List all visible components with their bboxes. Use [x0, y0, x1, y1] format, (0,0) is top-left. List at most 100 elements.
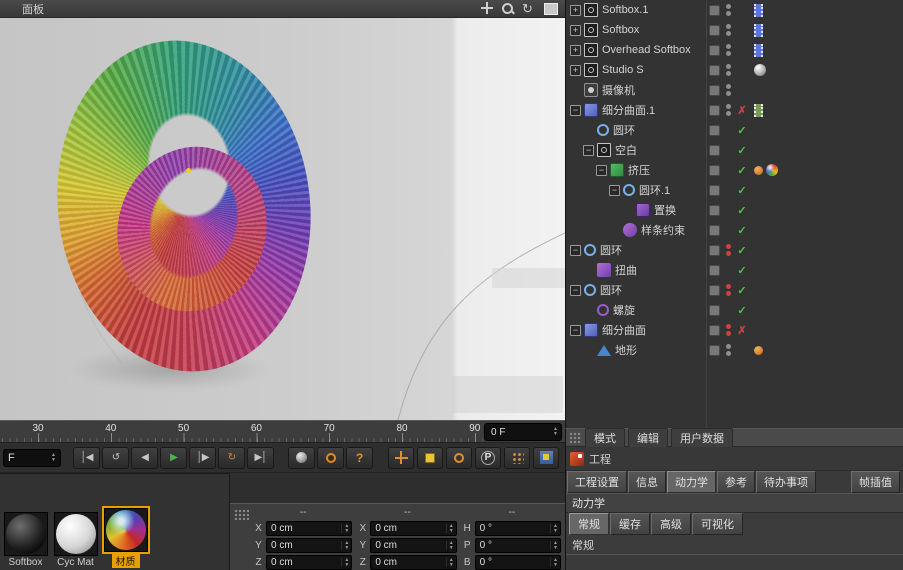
- film-blue-tag[interactable]: [754, 43, 763, 57]
- timeline-tick[interactable]: 40: [105, 423, 116, 434]
- visibility-dot-top[interactable]: [725, 324, 731, 329]
- object-label[interactable]: 空白: [615, 142, 637, 158]
- enable-toggle[interactable]: ✓: [736, 284, 748, 297]
- visibility-dot-top[interactable]: [725, 64, 731, 69]
- visibility-dots[interactable]: [723, 282, 733, 298]
- visibility-dot-bottom[interactable]: [725, 351, 731, 356]
- scale-tool-button[interactable]: [417, 446, 443, 469]
- visibility-dot-bottom[interactable]: [725, 251, 731, 256]
- menu-panel[interactable]: 面板: [22, 1, 44, 17]
- tree-row[interactable]: 样条约束 ✓: [566, 220, 903, 240]
- project-row[interactable]: 工程: [566, 447, 903, 471]
- tree-row[interactable]: 摄像机: [566, 80, 903, 100]
- object-label[interactable]: 置换: [654, 202, 676, 218]
- visibility-dots[interactable]: [723, 242, 733, 258]
- coord-input[interactable]: 0 cm ▲ ▼: [266, 555, 353, 570]
- material-item[interactable]: 材质: [101, 506, 150, 568]
- material-thumbnail[interactable]: [3, 512, 48, 556]
- visibility-dots[interactable]: [723, 342, 733, 358]
- object-label[interactable]: 细分曲面.1: [602, 102, 655, 118]
- play-button[interactable]: ▶: [160, 446, 187, 469]
- object-label[interactable]: Softbox.1: [602, 4, 648, 16]
- tree-expander[interactable]: −: [570, 104, 581, 116]
- frame-counter-field[interactable]: 0 F ▲ ▼: [484, 423, 562, 441]
- enable-toggle[interactable]: ✓: [736, 244, 748, 257]
- frame-spinner[interactable]: ▲ ▼: [553, 427, 558, 437]
- play-backward-button[interactable]: ↺: [102, 446, 129, 469]
- film-blue-tag[interactable]: [754, 3, 763, 17]
- object-label[interactable]: 圆环.1: [639, 182, 670, 198]
- visibility-dots[interactable]: [723, 202, 733, 218]
- enable-toggle[interactable]: ✓: [736, 224, 748, 237]
- visibility-dot-bottom[interactable]: [725, 291, 731, 296]
- layer-chip[interactable]: [709, 44, 720, 56]
- tree-row[interactable]: + Studio S: [566, 60, 903, 80]
- material-thumbnail[interactable]: [101, 506, 150, 554]
- coord-input[interactable]: 0 ° ▲ ▼: [474, 521, 561, 536]
- attr-subtab-3[interactable]: 可视化: [692, 513, 743, 535]
- tree-expander[interactable]: +: [570, 44, 581, 56]
- coord-spinner[interactable]: ▲ ▼: [341, 558, 349, 567]
- attr-subtab-0[interactable]: 常规: [569, 513, 609, 535]
- coordinates-grip[interactable]: [234, 509, 249, 520]
- timeline-ruler[interactable]: 30 40 50 60 70 80 90 0 F ▲ ▼: [0, 420, 565, 443]
- coord-spinner[interactable]: ▲ ▼: [550, 558, 558, 567]
- attr-tab-0[interactable]: 工程设置: [567, 471, 627, 493]
- layer-chip[interactable]: [709, 304, 720, 316]
- dot-orange-tag[interactable]: [754, 165, 763, 175]
- dot-orange-tag[interactable]: [754, 345, 763, 355]
- tree-row[interactable]: + Softbox: [566, 20, 903, 40]
- tree-row[interactable]: − 细分曲面 ✗: [566, 320, 903, 340]
- tree-row[interactable]: 圆环 ✓: [566, 120, 903, 140]
- object-label[interactable]: 圆环: [600, 282, 622, 298]
- visibility-dots[interactable]: [723, 22, 733, 38]
- enable-toggle[interactable]: ✓: [736, 124, 748, 137]
- object-label[interactable]: 圆环: [613, 122, 635, 138]
- tree-expander[interactable]: −: [570, 244, 581, 256]
- visibility-dot-top[interactable]: [725, 4, 731, 9]
- film-green-tag[interactable]: [754, 103, 763, 117]
- visibility-dots[interactable]: [723, 182, 733, 198]
- layer-chip[interactable]: [709, 144, 720, 156]
- tree-row[interactable]: − 细分曲面.1 ✗: [566, 100, 903, 120]
- timeline-ticks[interactable]: 30 40 50 60 70 80 90: [0, 421, 483, 442]
- timeline-tick[interactable]: 80: [396, 423, 407, 434]
- object-label[interactable]: 扭曲: [615, 262, 637, 278]
- zoom-icon[interactable]: [501, 2, 515, 15]
- goto-end-button[interactable]: ▶│: [247, 446, 274, 469]
- snap-grid-button[interactable]: [504, 446, 530, 469]
- layer-chip[interactable]: [709, 284, 720, 296]
- enable-toggle[interactable]: ✗: [736, 104, 748, 117]
- rotate-tool-button[interactable]: [446, 446, 472, 469]
- sphere-gray-tag[interactable]: [754, 64, 766, 76]
- visibility-dots[interactable]: [723, 302, 733, 318]
- object-label[interactable]: 挤压: [628, 162, 650, 178]
- tree-expander[interactable]: −: [570, 324, 581, 336]
- tree-expander[interactable]: +: [570, 4, 581, 16]
- visibility-dots[interactable]: [723, 42, 733, 58]
- attr-tab-1[interactable]: 信息: [628, 471, 666, 493]
- layer-chip[interactable]: [709, 164, 720, 176]
- enable-toggle[interactable]: ✓: [736, 304, 748, 317]
- coordinate-system-button[interactable]: P: [475, 446, 501, 469]
- object-label[interactable]: Overhead Softbox: [602, 44, 691, 56]
- visibility-dot-top[interactable]: [725, 84, 731, 89]
- coord-input[interactable]: 0 ° ▲ ▼: [474, 538, 561, 553]
- attr-tab-5[interactable]: 帧插值: [851, 471, 900, 493]
- tree-row[interactable]: − 空白 ✓: [566, 140, 903, 160]
- help-button[interactable]: ?: [346, 446, 373, 469]
- timeline-tick[interactable]: 50: [178, 423, 189, 434]
- coord-spinner[interactable]: ▲ ▼: [550, 541, 558, 550]
- attr-tab-3[interactable]: 参考: [717, 471, 755, 493]
- tree-row[interactable]: − 圆环 ✓: [566, 280, 903, 300]
- layer-chip[interactable]: [709, 184, 720, 196]
- coord-input[interactable]: 0 cm ▲ ▼: [266, 521, 353, 536]
- coord-spinner[interactable]: ▲ ▼: [445, 541, 454, 550]
- visibility-dot-top[interactable]: [725, 244, 731, 249]
- tree-row[interactable]: 置换 ✓: [566, 200, 903, 220]
- visibility-dots[interactable]: [723, 2, 733, 18]
- prev-frame-button[interactable]: ◀: [131, 446, 158, 469]
- tree-expander[interactable]: −: [596, 164, 607, 176]
- coord-spinner[interactable]: ▲ ▼: [445, 524, 454, 533]
- visibility-dot-top[interactable]: [725, 104, 731, 109]
